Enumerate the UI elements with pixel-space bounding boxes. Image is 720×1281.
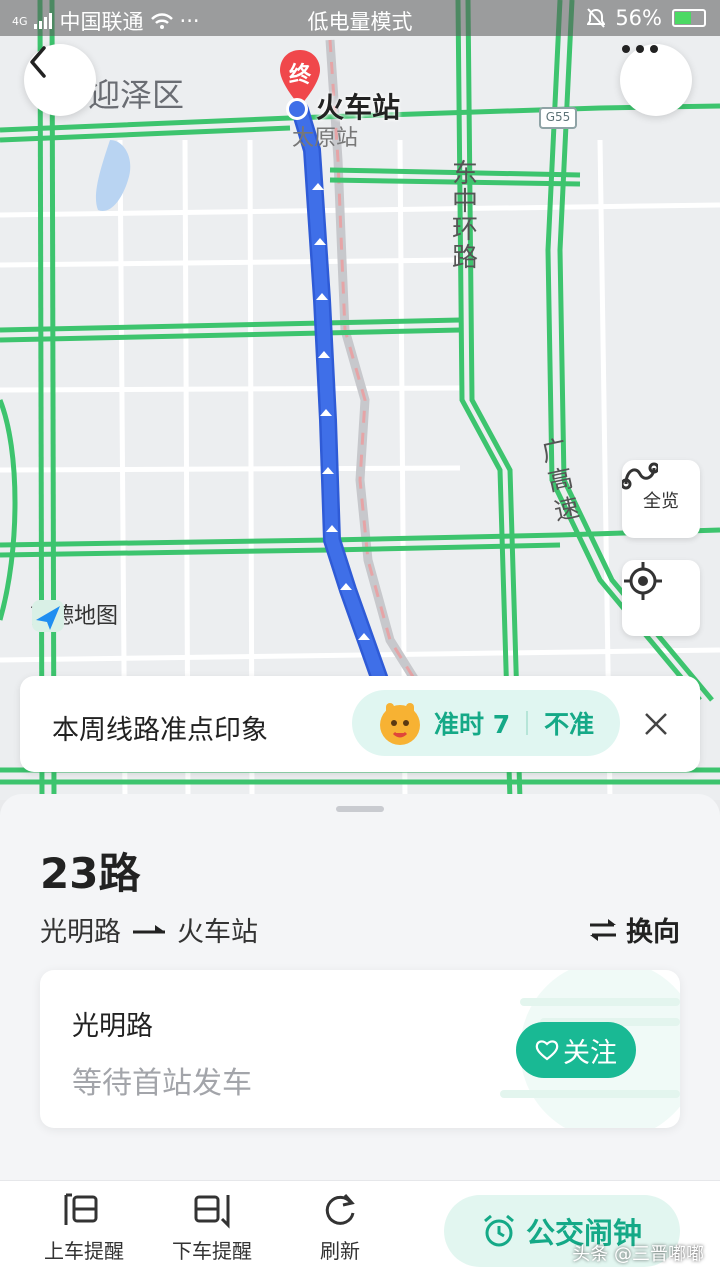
not-on-time-button[interactable]: 不准	[544, 705, 594, 741]
reverse-label: 换向	[626, 917, 680, 948]
battery-level	[675, 12, 691, 24]
road-label-east-ring: 东中环路	[452, 159, 479, 273]
close-icon	[645, 713, 667, 735]
mute-bell-icon	[587, 8, 606, 28]
board-bus-icon	[64, 1193, 98, 1225]
map-logo: 高德地图	[30, 598, 118, 632]
refresh-button[interactable]: 刷新	[280, 1191, 400, 1264]
station-card: 光明路 等待首站发车 关注	[40, 970, 680, 1128]
route-from: 光明路	[40, 917, 121, 948]
battery-percent: 56%	[615, 6, 662, 30]
vote-divider	[526, 711, 529, 735]
punctuality-banner: 本周线路准点印象 准时 7 不准	[20, 676, 700, 772]
arrow-right-icon	[133, 924, 165, 933]
station-label: 太原站	[292, 126, 359, 151]
bus-status: 等待首站发车	[72, 1066, 252, 1101]
alarm-clock-icon	[484, 1214, 514, 1247]
refresh-icon	[325, 1194, 355, 1225]
locate-icon	[624, 562, 662, 600]
back-button[interactable]	[24, 44, 96, 116]
overview-button[interactable]: 全览	[622, 460, 700, 538]
swap-icon	[590, 918, 616, 941]
destination-dot	[286, 98, 308, 120]
chevron-left-icon	[30, 46, 46, 78]
board-reminder-label: 上车提醒	[44, 1239, 124, 1263]
sheet-drag-handle[interactable]	[336, 806, 384, 812]
more-options-button[interactable]	[620, 44, 692, 116]
route-to: 火车站	[177, 917, 258, 948]
route-name: 23路	[40, 849, 141, 898]
battery-icon	[672, 9, 706, 27]
district-label: 迎泽区	[88, 76, 185, 114]
destination-marker-label: 终	[288, 63, 311, 88]
thumbs-up-mascot-icon	[380, 703, 420, 745]
current-station: 光明路	[72, 1011, 153, 1042]
alight-reminder-button[interactable]: 下车提醒	[152, 1191, 272, 1264]
status-bar: 4G 中国联通 ··· 低电量模式 56%	[0, 0, 720, 36]
heart-icon	[535, 1040, 559, 1061]
on-time-button[interactable]: 准时 7	[434, 705, 510, 741]
punctuality-vote: 准时 7 不准	[352, 690, 620, 756]
follow-button[interactable]: 关注	[516, 1022, 636, 1078]
refresh-label: 刷新	[320, 1239, 360, 1263]
route-direction: 光明路 火车站	[40, 910, 258, 949]
alight-bus-icon	[194, 1195, 230, 1229]
amap-logo-icon	[32, 600, 64, 632]
board-reminder-button[interactable]: 上车提醒	[24, 1191, 144, 1264]
locate-button[interactable]	[622, 560, 700, 636]
close-banner-button[interactable]	[636, 704, 676, 744]
reverse-direction-button[interactable]: 换向	[588, 910, 680, 949]
follow-label: 关注	[563, 1037, 617, 1069]
alight-reminder-label: 下车提醒	[172, 1239, 252, 1263]
route-overview-icon	[622, 462, 658, 490]
punctuality-text: 本周线路准点印象	[52, 715, 268, 746]
more-dots-icon	[622, 45, 658, 53]
overview-label: 全览	[643, 491, 679, 512]
watermark: 头条 @三晋嘟嘟	[572, 1244, 704, 1265]
highway-badge: G55	[545, 110, 571, 124]
